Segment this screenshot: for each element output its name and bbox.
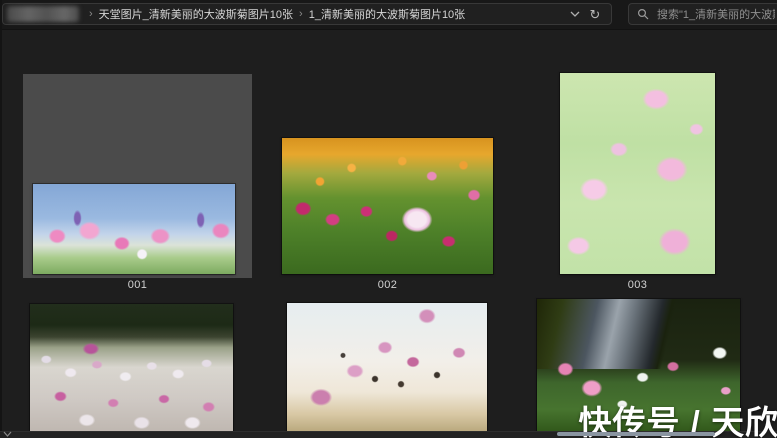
redacted-nav-region xyxy=(7,6,79,22)
refresh-icon[interactable]: ↻ xyxy=(585,5,605,23)
breadcrumb-item-parent-folder[interactable]: 天堂图片_清新美丽的大波斯菊图片10张 xyxy=(99,6,293,22)
search-icon xyxy=(637,8,649,20)
file-item-004[interactable]: 004 xyxy=(23,304,252,438)
address-bar[interactable]: › 天堂图片_清新美丽的大波斯菊图片10张 › 1_清新美丽的大波斯菊图片10张… xyxy=(2,3,612,25)
breadcrumb-item-current-folder[interactable]: 1_清新美丽的大波斯菊图片10张 xyxy=(309,6,465,22)
file-item-001[interactable]: 001 xyxy=(23,74,252,296)
search-box[interactable]: 搜索"1_清新美丽的大波斯菊 xyxy=(628,3,777,25)
chevron-down-icon[interactable] xyxy=(565,5,585,23)
toolbar: › 天堂图片_清新美丽的大波斯菊图片10张 › 1_清新美丽的大波斯菊图片10张… xyxy=(0,0,777,30)
breadcrumb-separator-icon: › xyxy=(83,8,99,20)
breadcrumb-separator-icon: › xyxy=(293,8,309,20)
scroll-down-chevron-icon[interactable] xyxy=(3,424,12,438)
file-item-003[interactable]: 003 xyxy=(525,73,750,296)
window-left-edge xyxy=(0,0,2,438)
file-label: 003 xyxy=(525,279,750,291)
thumbnail-image-003[interactable] xyxy=(560,73,715,274)
thumbnail-image-005[interactable] xyxy=(287,303,487,434)
file-item-002[interactable]: 002 xyxy=(270,74,505,296)
search-input-placeholder: 搜索"1_清新美丽的大波斯菊 xyxy=(657,6,775,22)
file-grid: 001 002 003 004 005 xyxy=(0,31,777,438)
file-item-005[interactable]: 005 xyxy=(277,303,497,438)
file-label: 001 xyxy=(23,279,252,291)
file-label: 002 xyxy=(270,279,505,291)
horizontal-scrollbar-thumb[interactable] xyxy=(557,432,715,436)
thumbnail-image-004[interactable] xyxy=(30,304,233,436)
thumbnail-image-002[interactable] xyxy=(282,138,493,274)
thumbnail-image-001[interactable] xyxy=(33,184,235,274)
refresh-glyph: ↻ xyxy=(590,8,601,21)
